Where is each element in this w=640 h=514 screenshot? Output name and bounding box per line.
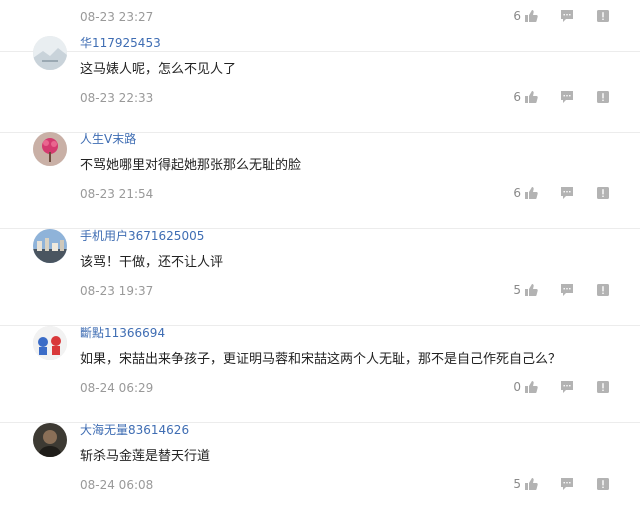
- report-icon[interactable]: [596, 90, 610, 104]
- comment-time: 08-23 23:27: [80, 10, 154, 24]
- comment-time: 08-23 19:37: [80, 284, 154, 298]
- thumbs-up-icon: [524, 9, 538, 23]
- like-button[interactable]: 6: [513, 186, 538, 200]
- like-count: 5: [513, 283, 521, 297]
- like-button[interactable]: 5: [513, 477, 538, 491]
- comment-actions: 5: [513, 475, 610, 493]
- comment-item: 手机用户3671625005 该骂！干做，还不让人评 08-23 19:37 5: [0, 229, 640, 326]
- report-icon[interactable]: [596, 380, 610, 394]
- like-button[interactable]: 0: [513, 380, 538, 394]
- like-button[interactable]: 6: [513, 90, 538, 104]
- thumbs-up-icon: [524, 380, 538, 394]
- like-count: 6: [513, 90, 521, 104]
- portrait-avatar-icon: [33, 423, 67, 457]
- reply-icon[interactable]: [560, 186, 574, 200]
- like-count: 5: [513, 477, 521, 491]
- comment-list: 08-23 23:27 6 华117925453 这马婊人呢，怎么不见人了 08…: [0, 0, 640, 514]
- thumbs-up-icon: [524, 186, 538, 200]
- avatar[interactable]: [33, 229, 67, 263]
- avatar[interactable]: [33, 326, 67, 360]
- avatar[interactable]: [33, 132, 67, 166]
- like-count: 6: [513, 9, 521, 23]
- avatar[interactable]: [33, 423, 67, 457]
- thumbs-up-icon: [524, 477, 538, 491]
- comment-text: 斩杀马金莲是替天行道: [80, 449, 211, 464]
- landscape-avatar-icon: [33, 36, 67, 70]
- avatar[interactable]: [33, 36, 67, 70]
- comment-time: 08-23 22:33: [80, 91, 154, 105]
- comment-username[interactable]: 手机用户3671625005: [80, 229, 204, 243]
- comment-text: 如果，宋喆出来争孩子，更证明马蓉和宋喆这两个人无耻，那不是自己作死自己么？: [80, 352, 562, 367]
- comment-item: 斷點11366694 如果，宋喆出来争孩子，更证明马蓉和宋喆这两个人无耻，那不是…: [0, 326, 640, 423]
- comment-time: 08-24 06:29: [80, 381, 154, 395]
- comment-username[interactable]: 华117925453: [80, 36, 161, 50]
- flower-avatar-icon: [33, 132, 67, 166]
- reply-icon[interactable]: [560, 477, 574, 491]
- figures-avatar-icon: [33, 326, 67, 360]
- like-button[interactable]: 5: [513, 283, 538, 297]
- report-icon[interactable]: [596, 477, 610, 491]
- comment-time: 08-24 06:08: [80, 478, 154, 492]
- report-icon[interactable]: [596, 283, 610, 297]
- comment-actions: 0: [513, 378, 610, 396]
- reply-icon[interactable]: [560, 9, 574, 23]
- reply-icon[interactable]: [560, 380, 574, 394]
- comment-username[interactable]: 人生V末路: [80, 132, 136, 146]
- comment-actions: 6: [513, 184, 610, 202]
- city-avatar-icon: [33, 229, 67, 263]
- report-icon[interactable]: [596, 9, 610, 23]
- comment-text: 不骂她哪里对得起她那张那么无耻的脸: [80, 158, 302, 173]
- comment-text: 该骂！干做，还不让人评: [80, 255, 224, 270]
- comment-text: 这马婊人呢，怎么不见人了: [80, 62, 237, 77]
- like-button[interactable]: 6: [513, 9, 538, 23]
- comment-item: 人生V末路 不骂她哪里对得起她那张那么无耻的脸 08-23 21:54 6: [0, 132, 640, 229]
- thumbs-up-icon: [524, 283, 538, 297]
- reply-icon[interactable]: [560, 283, 574, 297]
- like-count: 0: [513, 380, 521, 394]
- like-count: 6: [513, 186, 521, 200]
- comment-username[interactable]: 斷點11366694: [80, 326, 165, 340]
- report-icon[interactable]: [596, 186, 610, 200]
- comment-item: 大海无量83614626 斩杀马金莲是替天行道 08-24 06:08 5: [0, 423, 640, 514]
- reply-icon[interactable]: [560, 90, 574, 104]
- comment-time: 08-23 21:54: [80, 187, 154, 201]
- comment-item: 华117925453 这马婊人呢，怎么不见人了 08-23 22:33 6: [0, 36, 640, 133]
- comment-actions: 6: [513, 7, 610, 25]
- thumbs-up-icon: [524, 90, 538, 104]
- comment-username[interactable]: 大海无量83614626: [80, 423, 189, 437]
- comment-actions: 6: [513, 88, 610, 106]
- comment-actions: 5: [513, 281, 610, 299]
